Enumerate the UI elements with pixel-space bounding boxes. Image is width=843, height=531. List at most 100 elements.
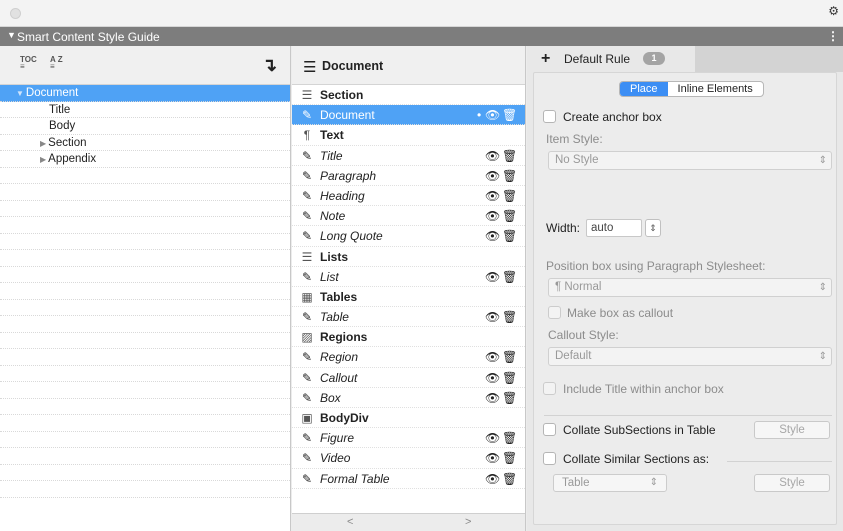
eye-icon[interactable]: 👁 <box>485 226 500 246</box>
element-row-label: Regions <box>320 330 368 345</box>
trash-icon[interactable]: 🗑 <box>502 166 517 186</box>
include-title-checkbox[interactable] <box>543 382 556 395</box>
tree-item[interactable]: ▶ Appendix <box>0 151 290 168</box>
trash-icon[interactable]: 🗑 <box>502 448 517 468</box>
tree-empty-row <box>0 201 290 217</box>
element-row[interactable]: ✎ Video 👁 🗑 <box>292 448 525 469</box>
width-input[interactable]: auto <box>586 219 642 237</box>
eye-icon[interactable]: 👁 <box>485 105 500 125</box>
item-style-select[interactable]: No Style ⇕ <box>548 151 832 170</box>
width-stepper[interactable]: ⇕ <box>645 219 661 237</box>
regions-icon: ▨ <box>301 330 313 345</box>
eye-icon[interactable]: 👁 <box>485 347 500 367</box>
disclosure-open-icon[interactable]: ▼ <box>16 89 24 98</box>
element-row[interactable]: ✎ Document • 👁 🗑 <box>292 105 525 126</box>
element-row-label: Heading <box>320 188 365 203</box>
tab-default-rule[interactable]: + Default Rule 1 <box>531 46 694 72</box>
trash-icon[interactable]: 🗑 <box>502 347 517 367</box>
element-row[interactable]: ✎ Paragraph 👁 🗑 <box>292 166 525 186</box>
tree-empty-row <box>0 168 290 184</box>
position-select[interactable]: ¶ Normal ⇕ <box>548 278 832 297</box>
collate-as-select[interactable]: Table ⇕ <box>553 474 667 492</box>
callout-style-label: Callout Style: <box>548 328 619 342</box>
category-row[interactable]: ¶ Text <box>292 125 525 146</box>
eye-icon[interactable]: 👁 <box>485 206 500 226</box>
tree-empty-row <box>0 399 290 415</box>
element-row[interactable]: ✎ List 👁 🗑 <box>292 267 525 287</box>
move-down-arrow-icon[interactable]: ↴ <box>262 55 277 76</box>
tree-item-label: Document <box>25 87 79 99</box>
tree-item-label: Appendix <box>48 153 97 165</box>
eye-icon[interactable]: 👁 <box>485 428 500 448</box>
element-row[interactable]: ✎ Region 👁 🗑 <box>292 347 525 368</box>
eye-icon[interactable]: 👁 <box>485 388 500 408</box>
toc-icon[interactable]: TOC ≡ <box>20 56 37 71</box>
make-callout-checkbox[interactable] <box>548 306 561 319</box>
trash-icon[interactable]: 🗑 <box>502 388 517 408</box>
category-row[interactable]: ▨ Regions <box>292 327 525 348</box>
tree-empty-row <box>0 415 290 432</box>
category-row[interactable]: ▣ BodyDiv <box>292 408 525 429</box>
eye-icon[interactable]: 👁 <box>485 307 500 327</box>
trash-icon[interactable]: 🗑 <box>502 428 517 448</box>
category-row[interactable]: ☰ Section <box>292 85 525 106</box>
window-close-dot[interactable] <box>10 8 21 19</box>
element-row[interactable]: ✎ Note 👁 🗑 <box>292 206 525 227</box>
eye-icon[interactable]: 👁 <box>485 166 500 186</box>
callout-style-select[interactable]: Default ⇕ <box>548 347 832 366</box>
trash-icon[interactable]: 🗑 <box>502 105 517 125</box>
trash-icon[interactable]: 🗑 <box>502 226 517 246</box>
tree-empty-row <box>0 300 290 316</box>
collate-as-value: Table <box>562 477 590 489</box>
element-row[interactable]: ✎ Box 👁 🗑 <box>292 388 525 408</box>
tree-item[interactable]: ▶ Section <box>0 135 290 151</box>
tree-item[interactable]: Body <box>0 118 290 135</box>
edit-icon: ✎ <box>301 390 313 405</box>
trash-icon[interactable]: 🗑 <box>502 307 517 327</box>
trash-icon[interactable]: 🗑 <box>502 469 517 489</box>
disclosure-closed-icon[interactable]: ▶ <box>40 155 46 164</box>
trash-icon[interactable]: 🗑 <box>502 146 517 166</box>
segment-place[interactable]: Place <box>620 82 668 96</box>
collate-subsections-checkbox[interactable] <box>543 423 556 436</box>
edit-icon: ✎ <box>301 108 313 123</box>
element-row[interactable]: ✎ Heading 👁 🗑 <box>292 186 525 207</box>
mode-segmented-control: Place Inline Elements <box>619 81 764 97</box>
panel-menu-icon[interactable]: ⋮ <box>827 29 839 43</box>
element-row[interactable]: ✎ Table 👁 🗑 <box>292 307 525 328</box>
next-button[interactable]: > <box>465 516 471 528</box>
eye-icon[interactable]: 👁 <box>485 146 500 166</box>
eye-icon[interactable]: 👁 <box>485 469 500 489</box>
disclosure-closed-icon[interactable]: ▶ <box>40 139 46 148</box>
trash-icon[interactable]: 🗑 <box>502 206 517 226</box>
eye-icon[interactable]: 👁 <box>485 186 500 206</box>
eye-icon[interactable]: 👁 <box>485 368 500 388</box>
collapse-triangle-icon[interactable]: ▼ <box>7 30 16 40</box>
eye-icon[interactable]: 👁 <box>485 448 500 468</box>
element-row[interactable]: ✎ Callout 👁 🗑 <box>292 368 525 388</box>
tree-item[interactable]: Title <box>0 102 290 118</box>
edit-icon: ✎ <box>301 188 313 203</box>
element-row[interactable]: ✎ Long Quote 👁 🗑 <box>292 226 525 247</box>
eye-icon[interactable]: 👁 <box>485 267 500 287</box>
create-anchor-box-checkbox[interactable] <box>543 110 556 123</box>
category-row[interactable]: ☰ Lists <box>292 247 525 267</box>
element-list-footer: < > <box>292 513 525 531</box>
prev-button[interactable]: < <box>347 516 353 528</box>
trash-icon[interactable]: 🗑 <box>502 267 517 287</box>
segment-inline-elements[interactable]: Inline Elements <box>668 82 763 96</box>
tree-item[interactable]: ▼ Document <box>0 85 290 102</box>
gear-icon[interactable]: ⚙ <box>828 4 839 18</box>
element-row[interactable]: ✎ Title 👁 🗑 <box>292 146 525 166</box>
element-row[interactable]: ✎ Formal Table 👁 🗑 <box>292 469 525 489</box>
trash-icon[interactable]: 🗑 <box>502 368 517 388</box>
element-row[interactable]: ✎ Figure 👁 🗑 <box>292 428 525 449</box>
category-row[interactable]: ▦ Tables <box>292 287 525 308</box>
collate-similar-style-button[interactable]: Style <box>754 474 830 492</box>
trash-icon[interactable]: 🗑 <box>502 186 517 206</box>
collate-subsections-style-button[interactable]: Style <box>754 421 830 439</box>
chevron-updown-icon: ⇕ <box>818 155 827 166</box>
sort-az-icon[interactable]: A Z ≡ <box>50 56 63 71</box>
collate-similar-checkbox[interactable] <box>543 452 556 465</box>
add-rule-icon[interactable]: + <box>541 50 550 68</box>
